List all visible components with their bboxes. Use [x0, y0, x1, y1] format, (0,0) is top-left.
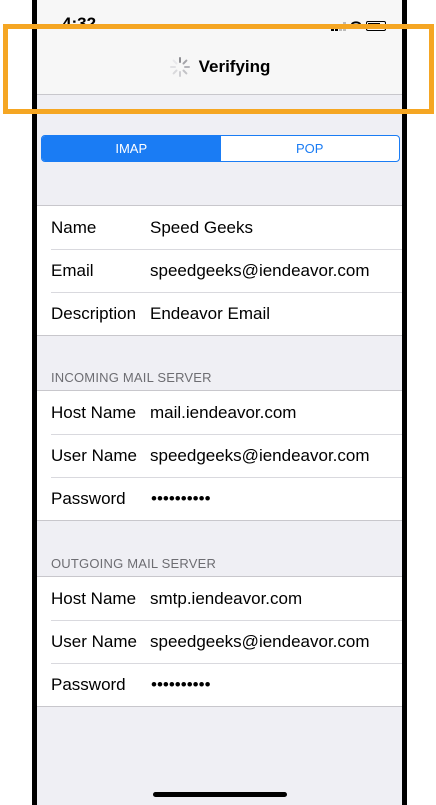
outgoing-host-field[interactable]: smtp.iendeavor.com	[150, 589, 302, 609]
email-row[interactable]: Email speedgeeks@iendeavor.com	[37, 249, 402, 292]
incoming-host-row[interactable]: Host Name mail.iendeavor.com	[37, 391, 402, 434]
battery-icon	[366, 21, 386, 31]
wifi-icon	[350, 20, 362, 32]
status-icons	[331, 20, 386, 32]
incoming-password-label: Password	[51, 488, 126, 508]
outgoing-username-row[interactable]: User Name speedgeeks@iendeavor.com	[37, 620, 402, 663]
signal-icon	[331, 21, 346, 31]
device-frame-right	[402, 0, 407, 805]
email-field[interactable]: speedgeeks@iendeavor.com	[150, 261, 370, 281]
outgoing-password-field[interactable]: ••••••••••	[151, 675, 211, 695]
status-bar: 4:32	[37, 0, 402, 40]
outgoing-username-field[interactable]: speedgeeks@iendeavor.com	[150, 632, 370, 652]
nav-title-group: Verifying	[37, 40, 402, 94]
outgoing-password-label: Password	[51, 674, 126, 694]
status-time: 4:32	[62, 14, 97, 28]
incoming-username-row[interactable]: User Name speedgeeks@iendeavor.com	[37, 434, 402, 477]
incoming-host-label: Host Name	[51, 402, 137, 422]
outgoing-host-row[interactable]: Host Name smtp.iendeavor.com	[37, 577, 402, 620]
home-indicator[interactable]	[153, 792, 287, 797]
nav-title: Verifying	[198, 57, 271, 76]
incoming-host-field[interactable]: mail.iendeavor.com	[150, 403, 296, 423]
segment-pop[interactable]: POP	[221, 136, 400, 161]
incoming-password-row[interactable]: Password ••••••••••	[37, 477, 402, 520]
incoming-username-label: User Name	[51, 445, 137, 465]
activity-spinner-icon	[169, 57, 190, 77]
incoming-password-field[interactable]: ••••••••••	[151, 489, 211, 509]
outgoing-host-label: Host Name	[51, 588, 137, 608]
name-row[interactable]: Name Speed Geeks	[37, 206, 402, 249]
outgoing-server-group: Host Name smtp.iendeavor.com User Name s…	[37, 576, 402, 707]
incoming-section-header: INCOMING MAIL SERVER	[51, 370, 212, 385]
outgoing-username-label: User Name	[51, 631, 137, 651]
segment-imap[interactable]: IMAP	[42, 136, 221, 161]
account-info-group: Name Speed Geeks Email speedgeeks@iendea…	[37, 205, 402, 336]
phone-screen: 4:32 Verifying IMAP POP Name Speed Geeks…	[37, 0, 402, 805]
incoming-server-group: Host Name mail.iendeavor.com User Name s…	[37, 390, 402, 521]
navigation-bar: Verifying	[37, 40, 402, 95]
outgoing-password-row[interactable]: Password ••••••••••	[37, 663, 402, 706]
description-label: Description	[51, 303, 137, 323]
outgoing-section-header: OUTGOING MAIL SERVER	[51, 556, 217, 571]
name-field[interactable]: Speed Geeks	[150, 218, 253, 238]
protocol-segmented-control[interactable]: IMAP POP	[41, 135, 400, 162]
description-row[interactable]: Description Endeavor Email	[37, 292, 402, 335]
incoming-username-field[interactable]: speedgeeks@iendeavor.com	[150, 446, 370, 466]
email-label: Email	[51, 260, 94, 280]
name-label: Name	[51, 217, 97, 237]
description-field[interactable]: Endeavor Email	[150, 304, 270, 324]
